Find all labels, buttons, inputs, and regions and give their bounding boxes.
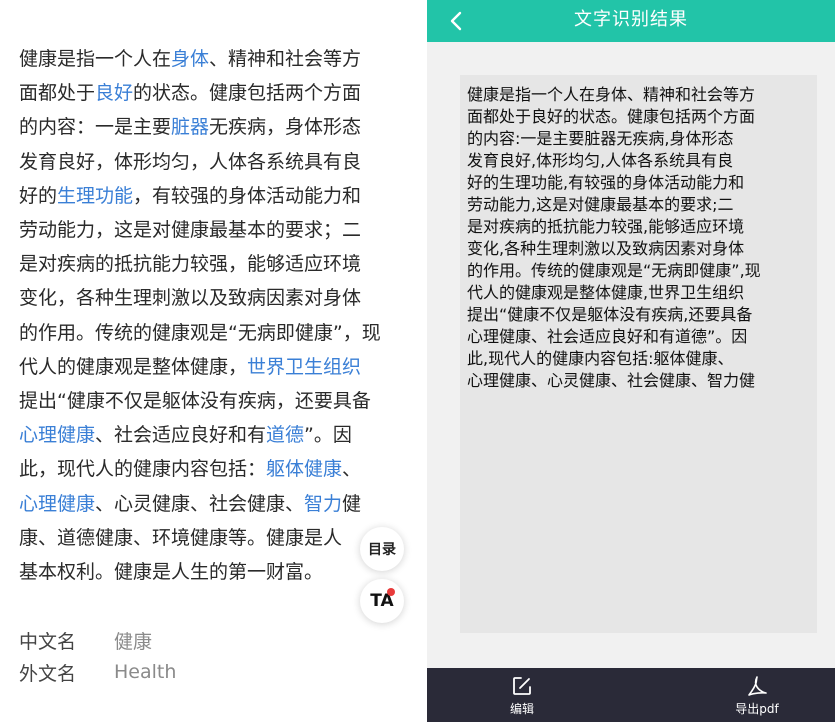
ocr-line: 健康是指一个人在身体、精神和社会等方 [467,85,756,104]
article-line: 好的生理功能，有较强的身体活动能力和 [19,179,391,213]
toc-button[interactable]: 目录 [360,527,404,571]
article-line: 是对疾病的抵抗能力较强，能够适应环境 [19,247,391,281]
article-text: 基本权利。健康是人生的第一财富。 [19,561,324,584]
article-line: 健康是指一个人在身体、精神和社会等方 [19,42,391,76]
ocr-line: 心理健康、心灵健康、社会健康、智力健 [467,371,756,390]
article-panel: 健康是指一个人在身体、精神和社会等方 面都处于良好的状态。健康包括两个方面 的内容：… [0,0,427,722]
export-pdf-button[interactable]: 导出pdf [722,668,792,722]
article-link[interactable]: 躯体健康 [266,458,342,480]
article-text: 的内容：一是主要 [19,116,172,139]
article-text: 康、道德健康、环境健康等。健康是人 [19,526,343,549]
ocr-line: 变化,各种生理刺激以及致病因素对身体 [467,239,745,258]
article-link[interactable]: 世界卫生组织 [247,356,361,378]
info-key: 外文名 [19,662,77,685]
bottom-toolbar: 编辑 导出pdf [427,668,835,722]
info-row-foreign-name: 外文名 Health [19,656,176,688]
article-line: 代人的健康观是整体健康，世界卫生组织 [19,350,391,384]
info-row-chinese-name: 中文名 健康 [19,624,176,656]
article-link[interactable]: 心理健康 [19,424,95,446]
ocr-line: 代人的健康观是整体健康,世界卫生组织 [467,283,745,302]
ocr-line: 发育良好,体形均匀,人体各系统具有良 [467,151,734,170]
article-text: 、心灵健康、社会健康、 [95,492,305,515]
article-link[interactable]: 生理功能 [57,185,133,207]
article-text: 好的 [19,184,58,207]
article-text: 的作用。传统的健康观是“无病即健康”，现 [19,321,381,344]
article-body: 健康是指一个人在身体、精神和社会等方 面都处于良好的状态。健康包括两个方面 的内容：… [19,42,391,589]
ta-button[interactable]: TA [360,579,404,623]
ocr-line: 好的生理功能,有较强的身体活动能力和 [467,173,745,192]
ocr-line: 此,现代人的健康内容包括:躯体健康、 [467,349,734,368]
edit-icon [513,677,531,695]
ocr-text-area[interactable]: 健康是指一个人在身体、精神和社会等方 面都处于良好的状态。健康包括两个方面 的内容:… [460,75,817,633]
ocr-line: 心理健康、社会适应良好和有道德”。因 [467,327,748,346]
article-line: 心理健康、心灵健康、社会健康、智力健 [19,487,391,521]
edit-label: 编辑 [509,702,534,716]
article-text: 健康是指一个人在 [19,48,172,70]
ocr-line: 的作用。传统的健康观是“无病即健康”,现 [467,261,761,280]
info-value: Health [114,661,177,683]
ocr-line: 面都处于良好的状态。健康包括两个方面 [467,107,756,126]
article-link[interactable]: 良好 [95,82,133,104]
article-text: 的状态。健康包括两个方面 [133,82,362,105]
article-text: 变化，各种生理刺激以及致病因素对身体 [19,287,362,310]
ocr-result-screen: 文字识别结果 健康是指一个人在身体、精神和社会等方 面都处于良好的状态。健康包括两… [427,0,835,722]
article-text: 、社会适应良好和有 [95,424,267,447]
article-text: 发育良好，体形均匀，人体各系统具有良 [19,150,362,173]
article-line: 提出“健康不仅是躯体没有疾病，还要具备 [19,384,391,418]
edit-button[interactable]: 编辑 [500,668,544,722]
header-bar: 文字识别结果 [427,0,835,42]
page-title: 文字识别结果 [574,9,688,30]
article-text: ”。因 [304,424,352,447]
article-line: 发育良好，体形均匀，人体各系统具有良 [19,145,391,179]
article-text: 、精神和社会等方 [209,48,362,70]
article-line: 康、道德健康、环境健康等。健康是人 [19,521,391,555]
ocr-line: 劳动能力,这是对健康最基本的要求;二 [467,195,734,214]
article-line: 基本权利。健康是人生的第一财富。 [19,555,391,589]
info-key: 中文名 [19,630,77,653]
article-line: 此，现代人的健康内容包括：躯体健康、 [19,452,391,486]
article-link[interactable]: 智力 [304,493,342,515]
ocr-line: 提出“健康不仅是躯体没有疾病,还要具备 [467,305,753,324]
article-text: 提出“健康不仅是躯体没有疾病，还要具备 [19,390,371,413]
article-text: 此，现代人的健康内容包括： [19,458,267,481]
notification-dot [387,588,395,596]
article-text: 是对疾病的抵抗能力较强，能够适应环境 [19,253,362,276]
article-line: 心理健康、社会适应良好和有道德”。因 [19,418,391,452]
article-link[interactable]: 身体 [171,48,209,70]
article-text: 健 [342,492,362,515]
info-table: 中文名 健康 外文名 Health [19,624,176,688]
article-text: 面都处于 [19,82,96,105]
article-link[interactable]: 心理健康 [19,493,95,515]
article-line: 的内容：一是主要脏器无疾病，身体形态 [19,110,391,144]
article-text: ，有较强的身体活动能力和 [133,184,362,207]
ocr-text: 健康是指一个人在身体、精神和社会等方 面都处于良好的状态。健康包括两个方面 的内容:… [467,84,761,392]
article-line: 的作用。传统的健康观是“无病即健康”，现 [19,316,391,350]
ocr-line: 的内容:一是主要脏器无疾病,身体形态 [467,129,734,148]
export-pdf-label: 导出pdf [735,702,779,716]
info-value: 健康 [114,630,153,653]
ocr-line: 是对疾病的抵抗能力较强,能够适应环境 [467,217,745,236]
article-text: 、 [342,458,362,481]
pdf-icon [748,676,767,696]
article-link[interactable]: 道德 [266,424,304,446]
article-text: 劳动能力，这是对健康最基本的要求；二 [19,219,362,242]
article-text: 无疾病，身体形态 [209,116,362,139]
article-link[interactable]: 脏器 [171,116,209,138]
article-line: 面都处于良好的状态。健康包括两个方面 [19,76,391,110]
toc-label: 目录 [368,542,396,558]
article-text: 代人的健康观是整体健康， [19,355,248,378]
article-line: 劳动能力，这是对健康最基本的要求；二 [19,213,391,247]
article-line: 变化，各种生理刺激以及致病因素对身体 [19,281,391,315]
